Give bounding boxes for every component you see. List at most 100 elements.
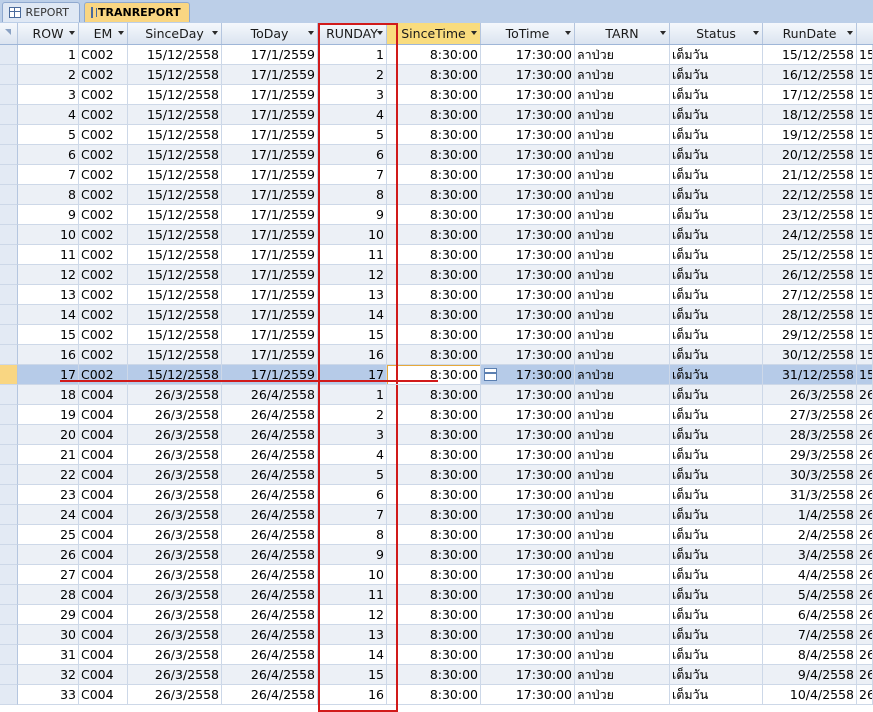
cell-rundate[interactable]: 15/12/2558 <box>763 45 857 65</box>
cell-runday[interactable]: 14 <box>318 645 387 665</box>
cell-today[interactable]: 26/4/2558 <box>222 405 318 425</box>
cell-rundate[interactable]: 31/3/2558 <box>763 485 857 505</box>
cell-next[interactable]: 26 <box>857 425 873 445</box>
cell-row-id[interactable]: 32 <box>18 665 79 685</box>
cell-em[interactable]: C002 <box>79 365 128 385</box>
cell-today[interactable]: 26/4/2558 <box>222 545 318 565</box>
record-selector[interactable] <box>0 245 18 265</box>
cell-em[interactable]: C004 <box>79 625 128 645</box>
record-selector[interactable] <box>0 105 18 125</box>
table-row[interactable]: 17 C002 15/12/2558 17/1/2559 17 8:30:00 17:30:… <box>0 365 873 385</box>
table-row[interactable]: 33 C004 26/3/2558 26/4/2558 16 8:30:00 17:30:0… <box>0 685 873 705</box>
record-selector[interactable] <box>0 85 18 105</box>
cell-em[interactable]: C004 <box>79 525 128 545</box>
cell-totime[interactable]: 17:30:00 <box>481 65 575 85</box>
cell-tarn[interactable]: ลาป่วย <box>575 485 670 505</box>
calendar-icon[interactable] <box>484 368 497 381</box>
cell-rundate[interactable]: 19/12/2558 <box>763 125 857 145</box>
cell-next[interactable]: 15 <box>857 85 873 105</box>
cell-sinceday[interactable]: 15/12/2558 <box>128 105 222 125</box>
cell-status[interactable]: เต็มวัน <box>670 165 763 185</box>
cell-row-id[interactable]: 11 <box>18 245 79 265</box>
cell-sincetime[interactable]: 8:30:00 <box>387 245 481 265</box>
cell-next[interactable]: 15 <box>857 45 873 65</box>
cell-rundate[interactable]: 8/4/2558 <box>763 645 857 665</box>
cell-totime[interactable]: 17:30:00 <box>481 45 575 65</box>
cell-runday[interactable]: 8 <box>318 525 387 545</box>
cell-status[interactable]: เต็มวัน <box>670 625 763 645</box>
cell-tarn[interactable]: ลาป่วย <box>575 45 670 65</box>
cell-row-id[interactable]: 26 <box>18 545 79 565</box>
cell-next[interactable]: 15 <box>857 185 873 205</box>
cell-sincetime[interactable]: 8:30:00 <box>387 445 481 465</box>
table-row[interactable]: 20 C004 26/3/2558 26/4/2558 3 8:30:00 17:30:00… <box>0 425 873 445</box>
cell-sincetime[interactable]: 8:30:00 <box>387 305 481 325</box>
cell-status[interactable]: เต็มวัน <box>670 485 763 505</box>
cell-rundate[interactable]: 16/12/2558 <box>763 65 857 85</box>
cell-sinceday[interactable]: 15/12/2558 <box>128 225 222 245</box>
column-header-rundate[interactable]: RunDate <box>763 23 857 44</box>
cell-row-id[interactable]: 7 <box>18 165 79 185</box>
cell-sincetime[interactable]: 8:30:00 <box>387 205 481 225</box>
cell-row-id[interactable]: 31 <box>18 645 79 665</box>
cell-totime[interactable]: 17:30:00 <box>481 185 575 205</box>
table-row[interactable]: 26 C004 26/3/2558 26/4/2558 9 8:30:00 17:30:00… <box>0 545 873 565</box>
table-row[interactable]: 10 C002 15/12/2558 17/1/2559 10 8:30:00 17:30:… <box>0 225 873 245</box>
cell-em[interactable]: C002 <box>79 305 128 325</box>
cell-sincetime[interactable]: 8:30:00 <box>387 605 481 625</box>
cell-sincetime[interactable]: 8:30:00 <box>387 125 481 145</box>
cell-next[interactable]: 15 <box>857 65 873 85</box>
cell-next[interactable]: 26 <box>857 385 873 405</box>
cell-today[interactable]: 17/1/2559 <box>222 45 318 65</box>
cell-sinceday[interactable]: 15/12/2558 <box>128 165 222 185</box>
table-row[interactable]: 31 C004 26/3/2558 26/4/2558 14 8:30:00 17:30:0… <box>0 645 873 665</box>
record-selector[interactable] <box>0 185 18 205</box>
cell-sincetime[interactable]: 8:30:00 <box>387 485 481 505</box>
chevron-down-icon[interactable] <box>308 31 314 35</box>
cell-sinceday[interactable]: 26/3/2558 <box>128 505 222 525</box>
cell-status[interactable]: เต็มวัน <box>670 385 763 405</box>
cell-runday[interactable]: 11 <box>318 245 387 265</box>
cell-today[interactable]: 17/1/2559 <box>222 365 318 385</box>
cell-sincetime[interactable]: 8:30:00 <box>387 285 481 305</box>
column-header-today[interactable]: ToDay <box>222 23 318 44</box>
cell-sincetime[interactable]: 8:30:00 <box>387 425 481 445</box>
cell-row-id[interactable]: 1 <box>18 45 79 65</box>
cell-sincetime[interactable]: 8:30:00 <box>387 345 481 365</box>
cell-today[interactable]: 17/1/2559 <box>222 325 318 345</box>
cell-totime[interactable]: 17:30:00 <box>481 545 575 565</box>
cell-totime[interactable]: 17:30:00 <box>481 385 575 405</box>
cell-em[interactable]: C002 <box>79 345 128 365</box>
record-selector[interactable] <box>0 285 18 305</box>
cell-sinceday[interactable]: 15/12/2558 <box>128 125 222 145</box>
cell-em[interactable]: C002 <box>79 85 128 105</box>
record-selector[interactable] <box>0 385 18 405</box>
record-selector[interactable] <box>0 585 18 605</box>
cell-em[interactable]: C004 <box>79 385 128 405</box>
cell-sinceday[interactable]: 26/3/2558 <box>128 525 222 545</box>
cell-em[interactable]: C004 <box>79 445 128 465</box>
cell-today[interactable]: 17/1/2559 <box>222 185 318 205</box>
table-row[interactable]: 1 C002 15/12/2558 17/1/2559 1 8:30:00 17:30:00… <box>0 45 873 65</box>
cell-row-id[interactable]: 8 <box>18 185 79 205</box>
cell-totime[interactable]: 17:30:00 <box>481 325 575 345</box>
table-row[interactable]: 27 C004 26/3/2558 26/4/2558 10 8:30:00 17:30:0… <box>0 565 873 585</box>
table-row[interactable]: 29 C004 26/3/2558 26/4/2558 12 8:30:00 17:30:0… <box>0 605 873 625</box>
chevron-down-icon[interactable] <box>212 31 218 35</box>
cell-em[interactable]: C002 <box>79 145 128 165</box>
cell-sincetime[interactable]: 8:30:00 <box>387 145 481 165</box>
cell-status[interactable]: เต็มวัน <box>670 65 763 85</box>
cell-rundate[interactable]: 24/12/2558 <box>763 225 857 245</box>
cell-runday[interactable]: 15 <box>318 325 387 345</box>
cell-row-id[interactable]: 5 <box>18 125 79 145</box>
cell-row-id[interactable]: 29 <box>18 605 79 625</box>
cell-runday[interactable]: 12 <box>318 265 387 285</box>
cell-status[interactable]: เต็มวัน <box>670 205 763 225</box>
cell-today[interactable]: 26/4/2558 <box>222 385 318 405</box>
cell-sincetime[interactable]: 8:30:00 <box>387 165 481 185</box>
cell-totime[interactable]: 17:30:00 <box>481 245 575 265</box>
cell-tarn[interactable]: ลาป่วย <box>575 325 670 345</box>
cell-totime[interactable]: 17:30:00 <box>481 665 575 685</box>
cell-sinceday[interactable]: 15/12/2558 <box>128 245 222 265</box>
cell-next[interactable]: 15 <box>857 245 873 265</box>
